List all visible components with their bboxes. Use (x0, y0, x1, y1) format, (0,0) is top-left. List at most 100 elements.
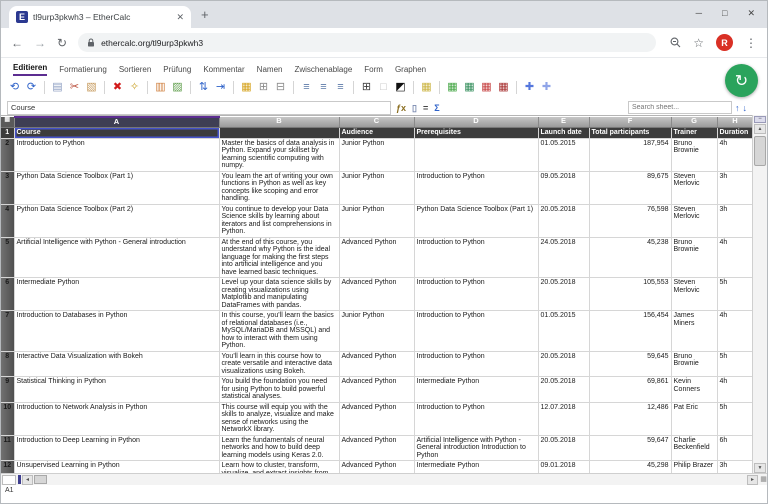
column-header-B[interactable]: B (219, 117, 340, 128)
cell[interactable]: 4h (717, 138, 753, 172)
cell[interactable]: 69,861 (589, 376, 672, 403)
cell[interactable]: Intermediate Python (414, 376, 539, 403)
sum-icon[interactable]: Σ (434, 103, 439, 113)
fill-down-icon[interactable]: ▨ (170, 79, 185, 95)
cell[interactable]: 6h (717, 435, 753, 461)
cell[interactable]: 20.05.2018 (538, 435, 590, 461)
cell[interactable]: 3h (717, 460, 753, 474)
column-header-C[interactable]: C (339, 117, 415, 128)
cell[interactable]: 20.05.2018 (538, 204, 590, 238)
profile-avatar[interactable]: R (716, 34, 733, 51)
cell[interactable]: Bruno Brownie (671, 351, 718, 377)
copy-icon[interactable]: ▤ (50, 79, 65, 95)
column-header-A[interactable]: A (14, 116, 220, 128)
swap-colors-icon[interactable]: ◩ (393, 79, 408, 95)
move-pane-icon[interactable]: ✚ (522, 79, 537, 95)
cell[interactable]: Introduction to Python (14, 138, 220, 172)
cell[interactable]: Duration (717, 127, 753, 139)
cell[interactable]: 4h (717, 237, 753, 278)
row-header[interactable]: 4 (1, 204, 15, 238)
cell[interactable]: Advanced Python (339, 277, 415, 311)
move-horizontal-icon[interactable]: ⇥ (213, 79, 228, 95)
row-header[interactable]: 12 (1, 460, 15, 474)
cell[interactable]: 12.07.2018 (538, 402, 590, 436)
cell[interactable]: You'll learn in this course how to creat… (219, 351, 340, 377)
cell[interactable]: Trainer (671, 127, 718, 139)
cell[interactable]: Introduction to Python (414, 310, 539, 352)
align-left-icon[interactable]: ≡ (299, 79, 314, 95)
cell[interactable]: Introduction to Python (414, 237, 539, 278)
erase-icon[interactable]: ✖ (110, 79, 125, 95)
bookmark-star-icon[interactable]: ☆ (693, 37, 704, 49)
column-header-E[interactable]: E (538, 117, 590, 128)
cell[interactable]: You build the foundation you need for us… (219, 376, 340, 403)
cell[interactable]: Kevin Conners (671, 376, 718, 403)
column-header-F[interactable]: F (589, 117, 672, 128)
cell[interactable]: Python Data Science Toolbox (Part 1) (414, 204, 539, 238)
column-header-D[interactable]: D (414, 117, 539, 128)
cell[interactable]: Python Data Science Toolbox (Part 1) (14, 171, 220, 205)
cell[interactable]: 24.05.2018 (538, 237, 590, 278)
zoom-icon[interactable] (670, 37, 681, 48)
cell[interactable]: 45,238 (589, 237, 672, 278)
menu-editieren[interactable]: Editieren (13, 63, 48, 76)
back-icon[interactable]: ← (11, 37, 23, 49)
refresh-button[interactable]: ↻ (725, 64, 758, 97)
cell[interactable]: Steven Merlovic (671, 204, 718, 238)
formula-input[interactable] (7, 100, 391, 115)
cell[interactable]: 4h (717, 376, 753, 403)
cut-icon[interactable]: ✂ (67, 79, 82, 95)
cell[interactable]: Prerequisites (414, 127, 539, 139)
cell[interactable]: 20.05.2018 (538, 277, 590, 311)
cell[interactable]: Statistical Thinking in Python (14, 376, 220, 403)
row-header[interactable]: 9 (1, 376, 15, 403)
cell[interactable]: 59,647 (589, 435, 672, 461)
row-header[interactable]: 6 (1, 277, 15, 311)
cell[interactable]: 3h (717, 204, 753, 238)
cell[interactable]: Introduction to Databases in Python (14, 310, 220, 352)
vertical-scroll-thumb[interactable] (754, 136, 766, 166)
reload-icon[interactable]: ↻ (57, 37, 67, 49)
redo-icon[interactable]: ⟳ (24, 79, 39, 95)
cell[interactable]: At the end of this course, you understan… (219, 237, 340, 278)
column-header-G[interactable]: G (671, 117, 718, 128)
cell[interactable]: Total participants (589, 127, 672, 139)
cell[interactable]: 89,675 (589, 171, 672, 205)
row-header[interactable]: 3 (1, 171, 15, 205)
merged-range-icon[interactable]: ▦ (419, 79, 434, 95)
cell[interactable]: 5h (717, 402, 753, 436)
center-pane-icon[interactable]: ✚ (539, 79, 554, 95)
browser-tab[interactable]: E tl9urp3pkwh3 – EtherCalc ✕ (9, 6, 191, 28)
cell[interactable]: Advanced Python (339, 376, 415, 403)
menu-graphen[interactable]: Graphen (395, 65, 426, 76)
pane-split-icon[interactable]: − (754, 116, 766, 123)
undo-icon[interactable]: ⟲ (7, 79, 22, 95)
insert-column-icon[interactable]: ▦ (462, 79, 477, 95)
cell[interactable]: Launch date (538, 127, 590, 139)
pane-resize-icon[interactable]: ▦ (758, 475, 767, 485)
row-header[interactable]: 2 (1, 138, 15, 172)
address-bar[interactable]: ethercalc.org/tl9urp3pkwh3 (78, 33, 657, 52)
cell[interactable]: 01.05.2015 (538, 310, 590, 352)
borders-on-icon[interactable]: ⊞ (359, 79, 374, 95)
cell[interactable]: Master the basics of data analysis in Py… (219, 138, 340, 172)
cell[interactable]: Introduction to Python (414, 171, 539, 205)
move-vertical-icon[interactable]: ⇅ (196, 79, 211, 95)
align-center-icon[interactable]: ≡ (316, 79, 331, 95)
row-header[interactable]: 7 (1, 310, 15, 352)
cell[interactable]: Level up your data science skills by cre… (219, 277, 340, 311)
cell[interactable]: 45,298 (589, 460, 672, 474)
row-header[interactable]: 8 (1, 351, 15, 377)
cell[interactable]: Junior Python (339, 310, 415, 352)
cell[interactable]: 20.05.2018 (538, 351, 590, 377)
cell[interactable]: Advanced Python (339, 460, 415, 474)
cell[interactable]: Pat Eric (671, 402, 718, 436)
cell[interactable]: 4h (717, 310, 753, 352)
menu-formatierung[interactable]: Formatierung (59, 65, 107, 76)
cell[interactable]: Philip Brazer (671, 460, 718, 474)
cell[interactable]: Steven Merlovic (671, 277, 718, 311)
cell[interactable]: 09.05.2018 (538, 171, 590, 205)
cell[interactable]: 3h (717, 171, 753, 205)
multi-sheet-icon[interactable]: ▯ (412, 103, 417, 113)
cell[interactable]: Bruno Brownie (671, 138, 718, 172)
